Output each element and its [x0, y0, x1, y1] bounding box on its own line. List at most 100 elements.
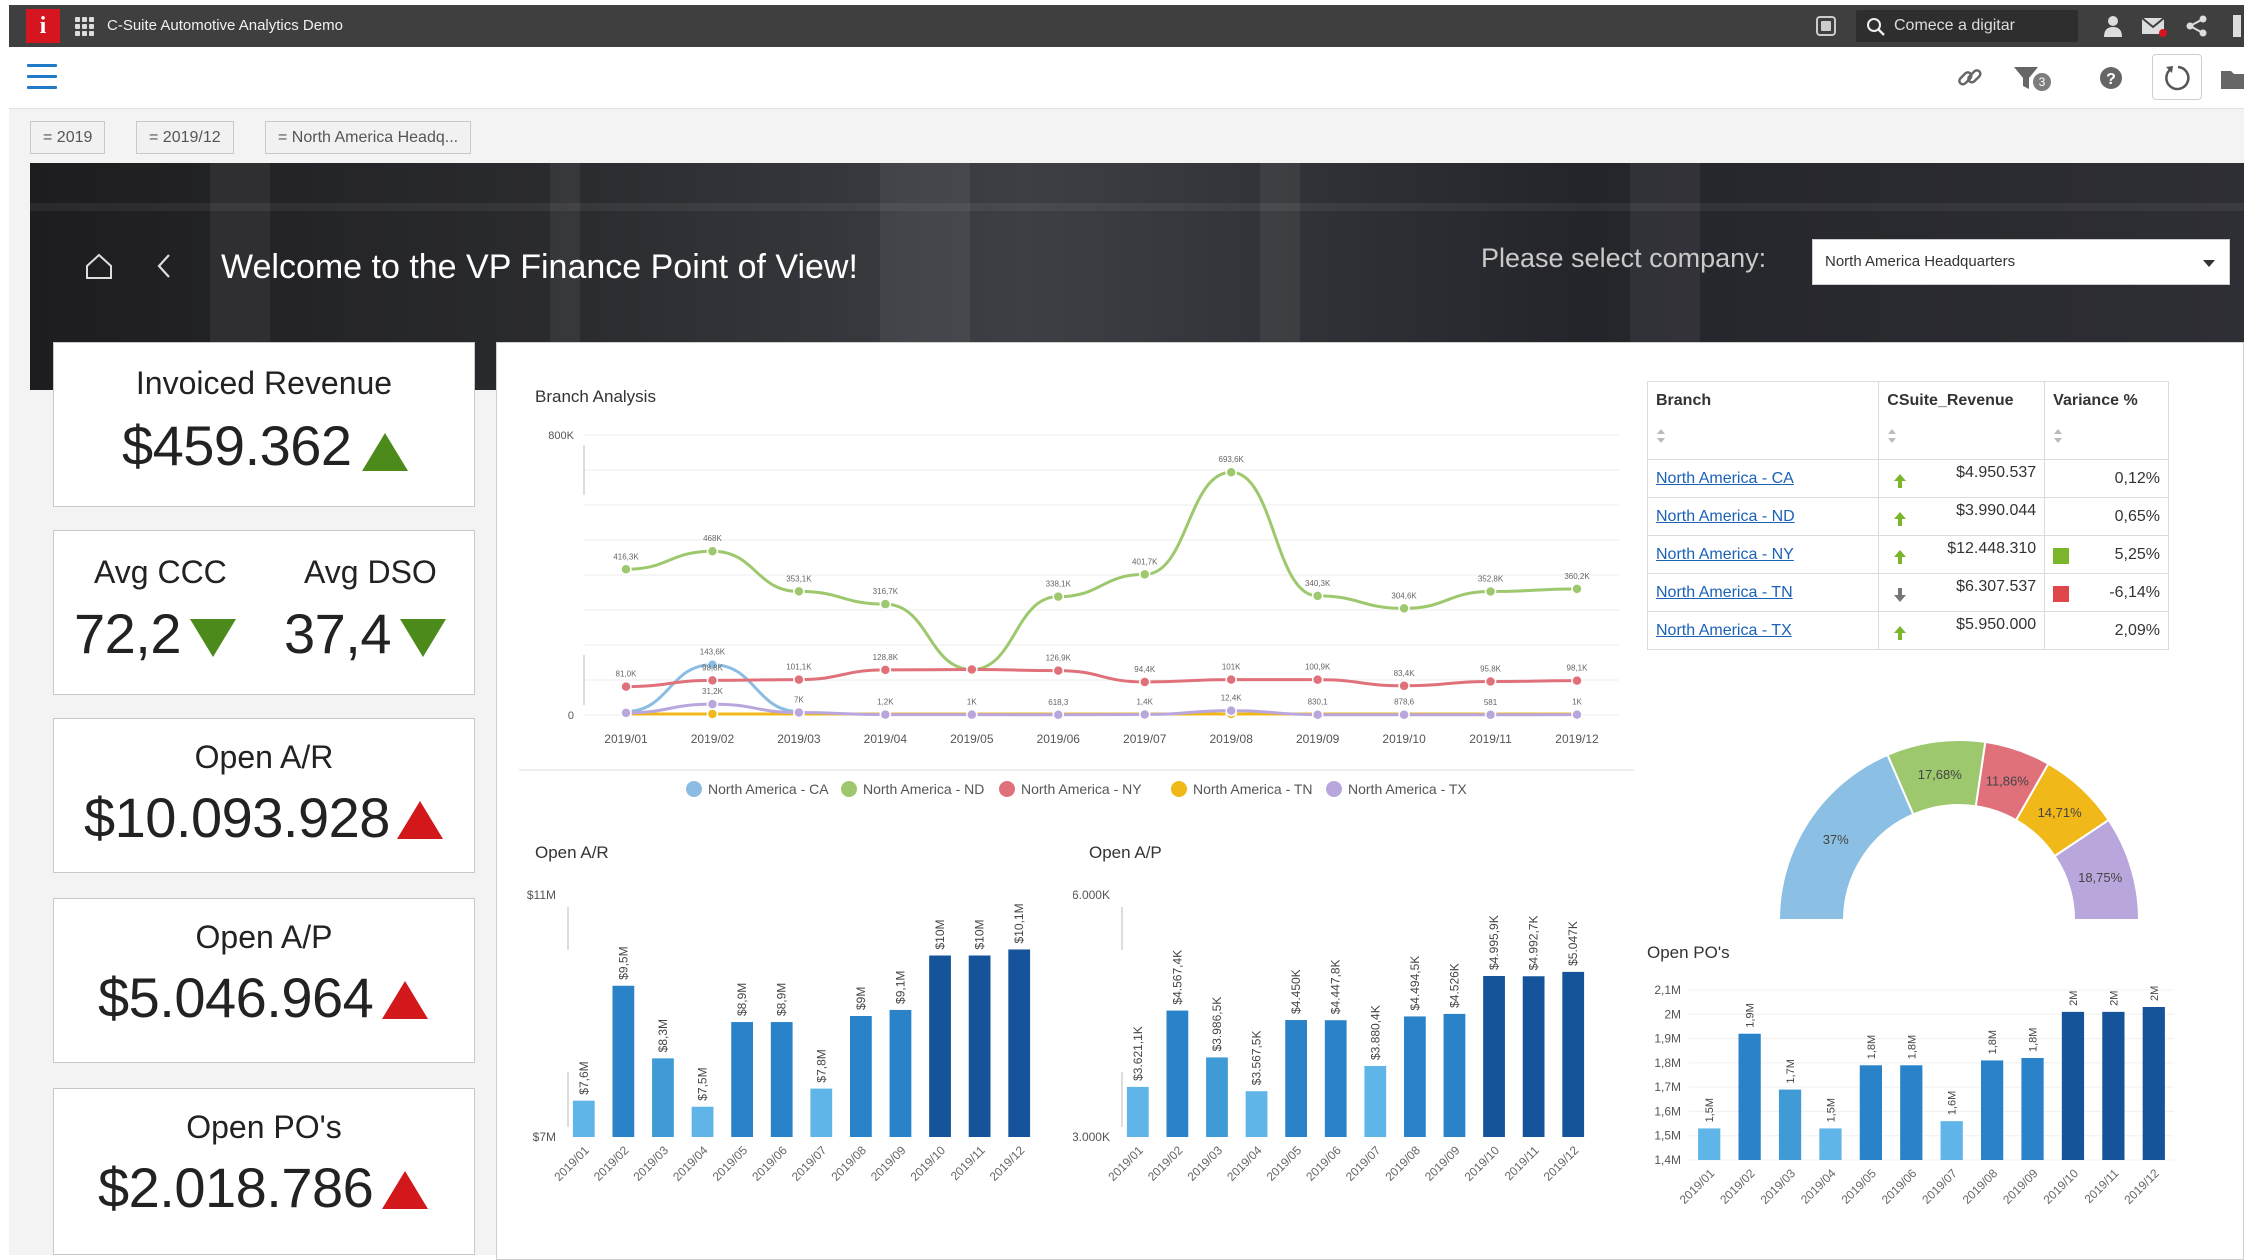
kpi-open-ar[interactable]: Open A/R $10.093.928	[53, 718, 475, 873]
bar[interactable]	[1206, 1057, 1228, 1137]
data-point[interactable]	[1398, 680, 1410, 692]
column-header-revenue[interactable]: CSuite_Revenue	[1878, 381, 2046, 460]
bar[interactable]	[1522, 976, 1545, 1137]
table-row[interactable]: North America - TX $5.950.000 2,09%	[1646, 611, 2169, 650]
bar[interactable]	[1900, 1065, 1923, 1160]
stop-icon[interactable]	[1816, 16, 1836, 36]
data-point[interactable]	[1484, 675, 1497, 688]
bar[interactable]	[1403, 1016, 1426, 1137]
bar[interactable]	[929, 955, 951, 1138]
mail-icon[interactable]	[2141, 14, 2167, 38]
data-point[interactable]	[706, 545, 719, 557]
sort-icon[interactable]	[2053, 428, 2063, 444]
table-row[interactable]: North America - TN $6.307.537 -6,14%	[1646, 573, 2169, 612]
bar[interactable]	[1166, 1010, 1189, 1137]
branch-link[interactable]: North America - NY	[1646, 535, 1880, 574]
search-input[interactable]	[1894, 14, 2074, 38]
link-icon[interactable]	[1953, 61, 1987, 95]
back-chevron-icon[interactable]	[154, 251, 174, 281]
bar[interactable]	[1738, 1033, 1761, 1160]
legend-item[interactable]: North America - NY	[999, 781, 1142, 797]
bar[interactable]	[2142, 1007, 2165, 1160]
data-point[interactable]	[1311, 673, 1324, 686]
bar[interactable]	[691, 1106, 714, 1137]
folder-icon[interactable]	[2219, 61, 2244, 95]
table-row[interactable]: North America - NY $12.448.310 5,25%	[1646, 535, 2169, 574]
bar[interactable]	[849, 1016, 872, 1137]
user-icon[interactable]	[2100, 14, 2126, 38]
apps-grid-icon[interactable]	[75, 17, 95, 37]
branch-link[interactable]: North America - ND	[1646, 497, 1880, 536]
share-icon[interactable]	[2184, 14, 2210, 38]
menu-icon[interactable]	[27, 64, 57, 90]
data-point[interactable]	[879, 708, 892, 721]
data-point[interactable]	[966, 708, 978, 721]
data-point[interactable]	[793, 673, 805, 686]
bar[interactable]	[1443, 1013, 1466, 1137]
notification-flag-icon[interactable]	[2233, 15, 2241, 37]
legend-item[interactable]: North America - TN	[1171, 781, 1313, 797]
help-icon[interactable]: ?	[2094, 61, 2128, 95]
data-point[interactable]	[706, 698, 719, 710]
data-point[interactable]	[1571, 583, 1583, 595]
filter-chip-month[interactable]: = 2019/12	[136, 121, 234, 154]
data-point[interactable]	[1484, 709, 1497, 721]
bar[interactable]	[968, 955, 991, 1138]
data-point[interactable]	[620, 563, 632, 576]
bar[interactable]	[2061, 1011, 2085, 1160]
bar[interactable]	[1245, 1091, 1268, 1137]
data-point[interactable]	[1052, 709, 1065, 721]
data-point[interactable]	[1052, 664, 1065, 677]
bar[interactable]	[572, 1100, 595, 1137]
bar[interactable]	[1562, 971, 1585, 1137]
bar[interactable]	[652, 1058, 674, 1137]
data-point[interactable]	[879, 598, 892, 610]
kpi-open-po[interactable]: Open PO's $2.018.786	[53, 1088, 475, 1255]
company-select[interactable]: North America Headquarters	[1812, 239, 2230, 285]
filter-chip-company[interactable]: = North America Headq...	[265, 121, 472, 154]
bar[interactable]	[1483, 975, 1505, 1137]
bar[interactable]	[1126, 1086, 1149, 1137]
data-point[interactable]	[879, 664, 892, 676]
data-point[interactable]	[620, 680, 632, 693]
data-point[interactable]	[706, 674, 719, 687]
sort-icon[interactable]	[1887, 428, 1897, 444]
kpi-invoiced-revenue[interactable]: Invoiced Revenue $459.362	[53, 342, 475, 507]
filter-button[interactable]: 3	[2013, 61, 2061, 95]
bar[interactable]	[2102, 1011, 2125, 1160]
data-point[interactable]	[1138, 568, 1151, 581]
data-point[interactable]	[966, 663, 978, 676]
bar[interactable]	[731, 1022, 754, 1137]
bar[interactable]	[1819, 1128, 1842, 1160]
bar[interactable]	[810, 1088, 833, 1137]
data-point[interactable]	[1225, 704, 1237, 717]
data-point[interactable]	[793, 585, 805, 598]
app-logo[interactable]: i	[26, 9, 60, 43]
bar[interactable]	[1981, 1060, 2004, 1160]
data-point[interactable]	[1571, 674, 1583, 687]
bar[interactable]	[2021, 1058, 2044, 1160]
kpi-open-ap[interactable]: Open A/P $5.046.964	[53, 898, 475, 1063]
data-point[interactable]	[793, 706, 805, 719]
data-point[interactable]	[1138, 708, 1151, 721]
legend-item[interactable]: North America - CA	[686, 781, 829, 797]
data-point[interactable]	[1225, 673, 1237, 686]
search-box[interactable]	[1856, 10, 2078, 42]
data-point[interactable]	[1398, 602, 1410, 615]
column-header-branch[interactable]: Branch	[1646, 381, 1880, 460]
legend-item[interactable]: North America - TX	[1326, 781, 1467, 797]
home-icon[interactable]	[84, 251, 114, 281]
bar[interactable]	[1008, 949, 1031, 1137]
data-point[interactable]	[620, 707, 632, 719]
data-point[interactable]	[1571, 708, 1583, 721]
data-point[interactable]	[1398, 708, 1410, 721]
filter-chip-year[interactable]: = 2019	[30, 121, 106, 154]
data-point[interactable]	[1225, 466, 1237, 478]
bar[interactable]	[1285, 1020, 1308, 1137]
bar[interactable]	[612, 985, 635, 1137]
refresh-button[interactable]	[2152, 54, 2202, 100]
bar[interactable]	[889, 1009, 912, 1137]
data-point[interactable]	[1484, 585, 1497, 598]
bar[interactable]	[770, 1022, 793, 1137]
bar[interactable]	[1324, 1020, 1347, 1137]
